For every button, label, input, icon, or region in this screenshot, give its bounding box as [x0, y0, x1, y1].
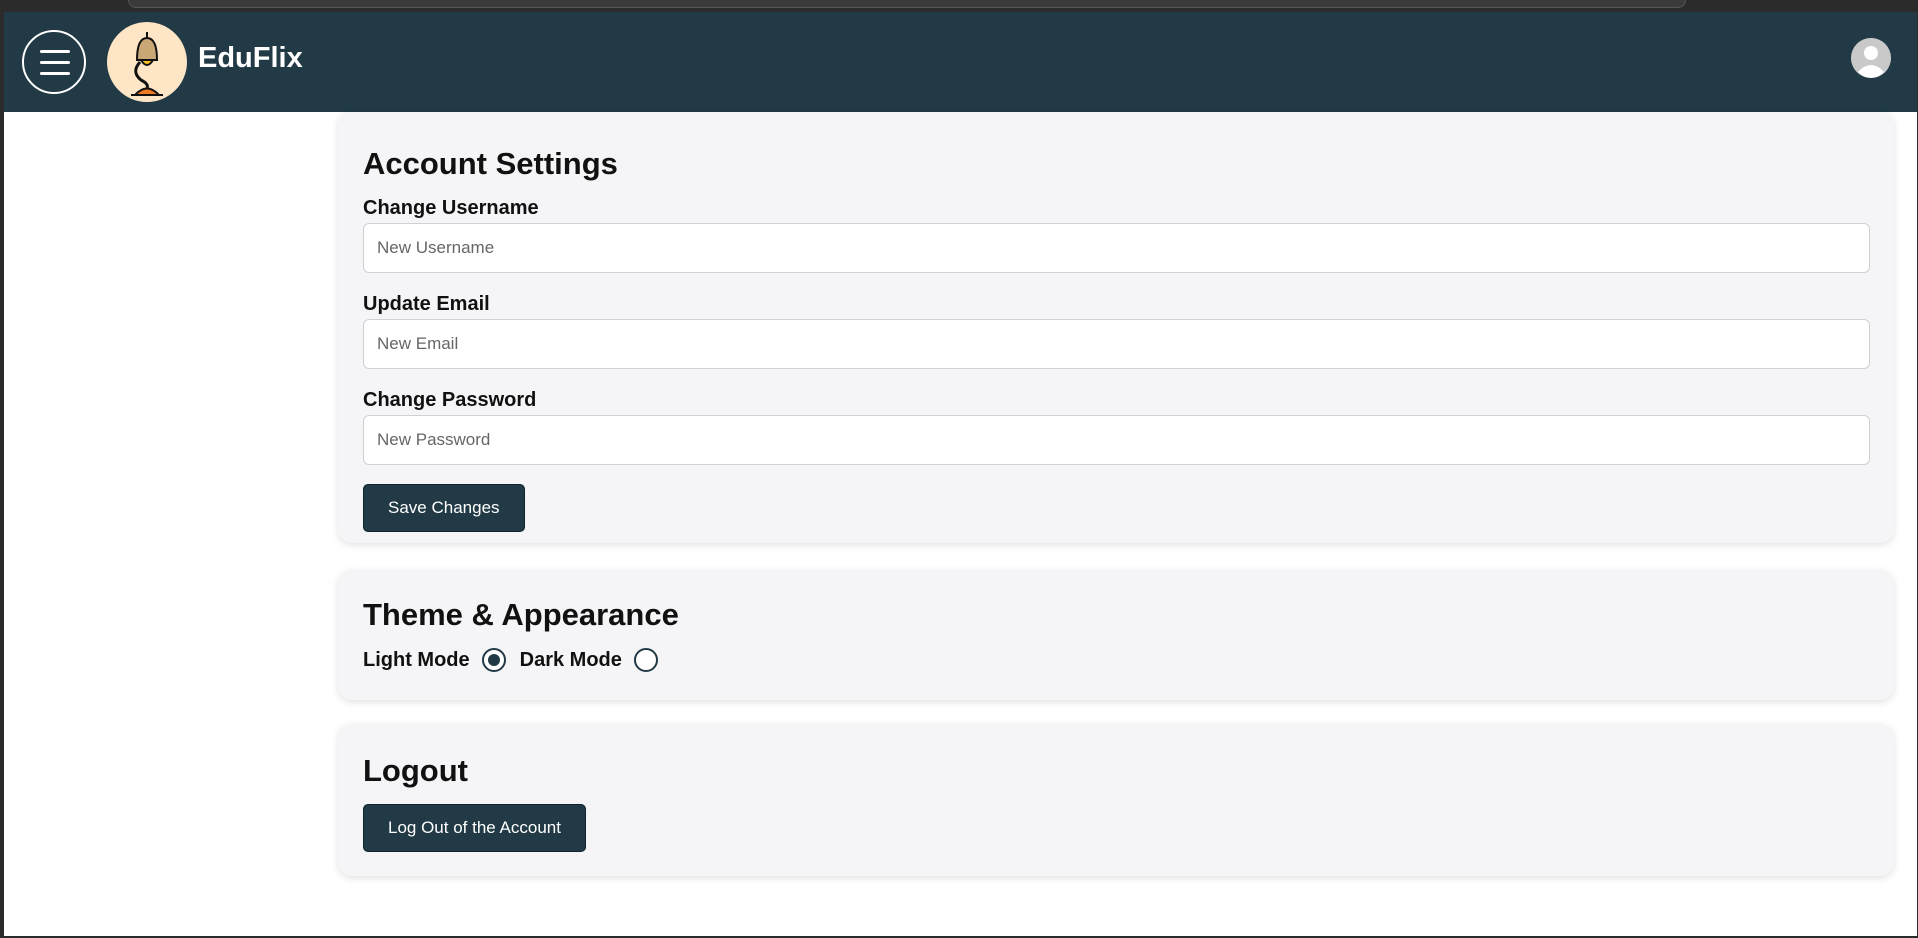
brand-logo[interactable] — [107, 22, 187, 102]
save-changes-button[interactable]: Save Changes — [363, 484, 525, 532]
menu-button[interactable] — [22, 30, 86, 94]
logout-card: Logout Log Out of the Account — [338, 724, 1894, 876]
email-label: Update Email — [363, 293, 490, 315]
password-label: Change Password — [363, 389, 537, 411]
logout-button[interactable]: Log Out of the Account — [363, 804, 586, 852]
user-avatar-icon — [1851, 38, 1891, 78]
app-window: EduFlix Account Settings Change Username… — [4, 12, 1917, 936]
username-input[interactable] — [363, 223, 1870, 273]
account-settings-title: Account Settings — [363, 146, 618, 181]
theme-options: Light Mode Dark Mode — [363, 648, 658, 672]
user-avatar-button[interactable] — [1851, 38, 1891, 78]
account-settings-card: Account Settings Change Username Update … — [338, 112, 1894, 543]
theme-card: Theme & Appearance Light Mode Dark Mode — [338, 570, 1894, 700]
light-mode-label: Light Mode — [363, 648, 470, 671]
address-bar[interactable] — [128, 0, 1686, 8]
password-input[interactable] — [363, 415, 1870, 465]
light-mode-radio[interactable] — [481, 648, 506, 672]
desk-lamp-icon — [131, 32, 163, 96]
email-input[interactable] — [363, 319, 1870, 369]
top-navbar: EduFlix — [4, 12, 1917, 112]
dark-mode-radio[interactable] — [633, 648, 658, 672]
brand-name[interactable]: EduFlix — [198, 42, 303, 75]
logout-title: Logout — [363, 753, 469, 788]
theme-title: Theme & Appearance — [363, 597, 679, 632]
username-label: Change Username — [363, 197, 539, 219]
dark-mode-label: Dark Mode — [519, 648, 622, 671]
